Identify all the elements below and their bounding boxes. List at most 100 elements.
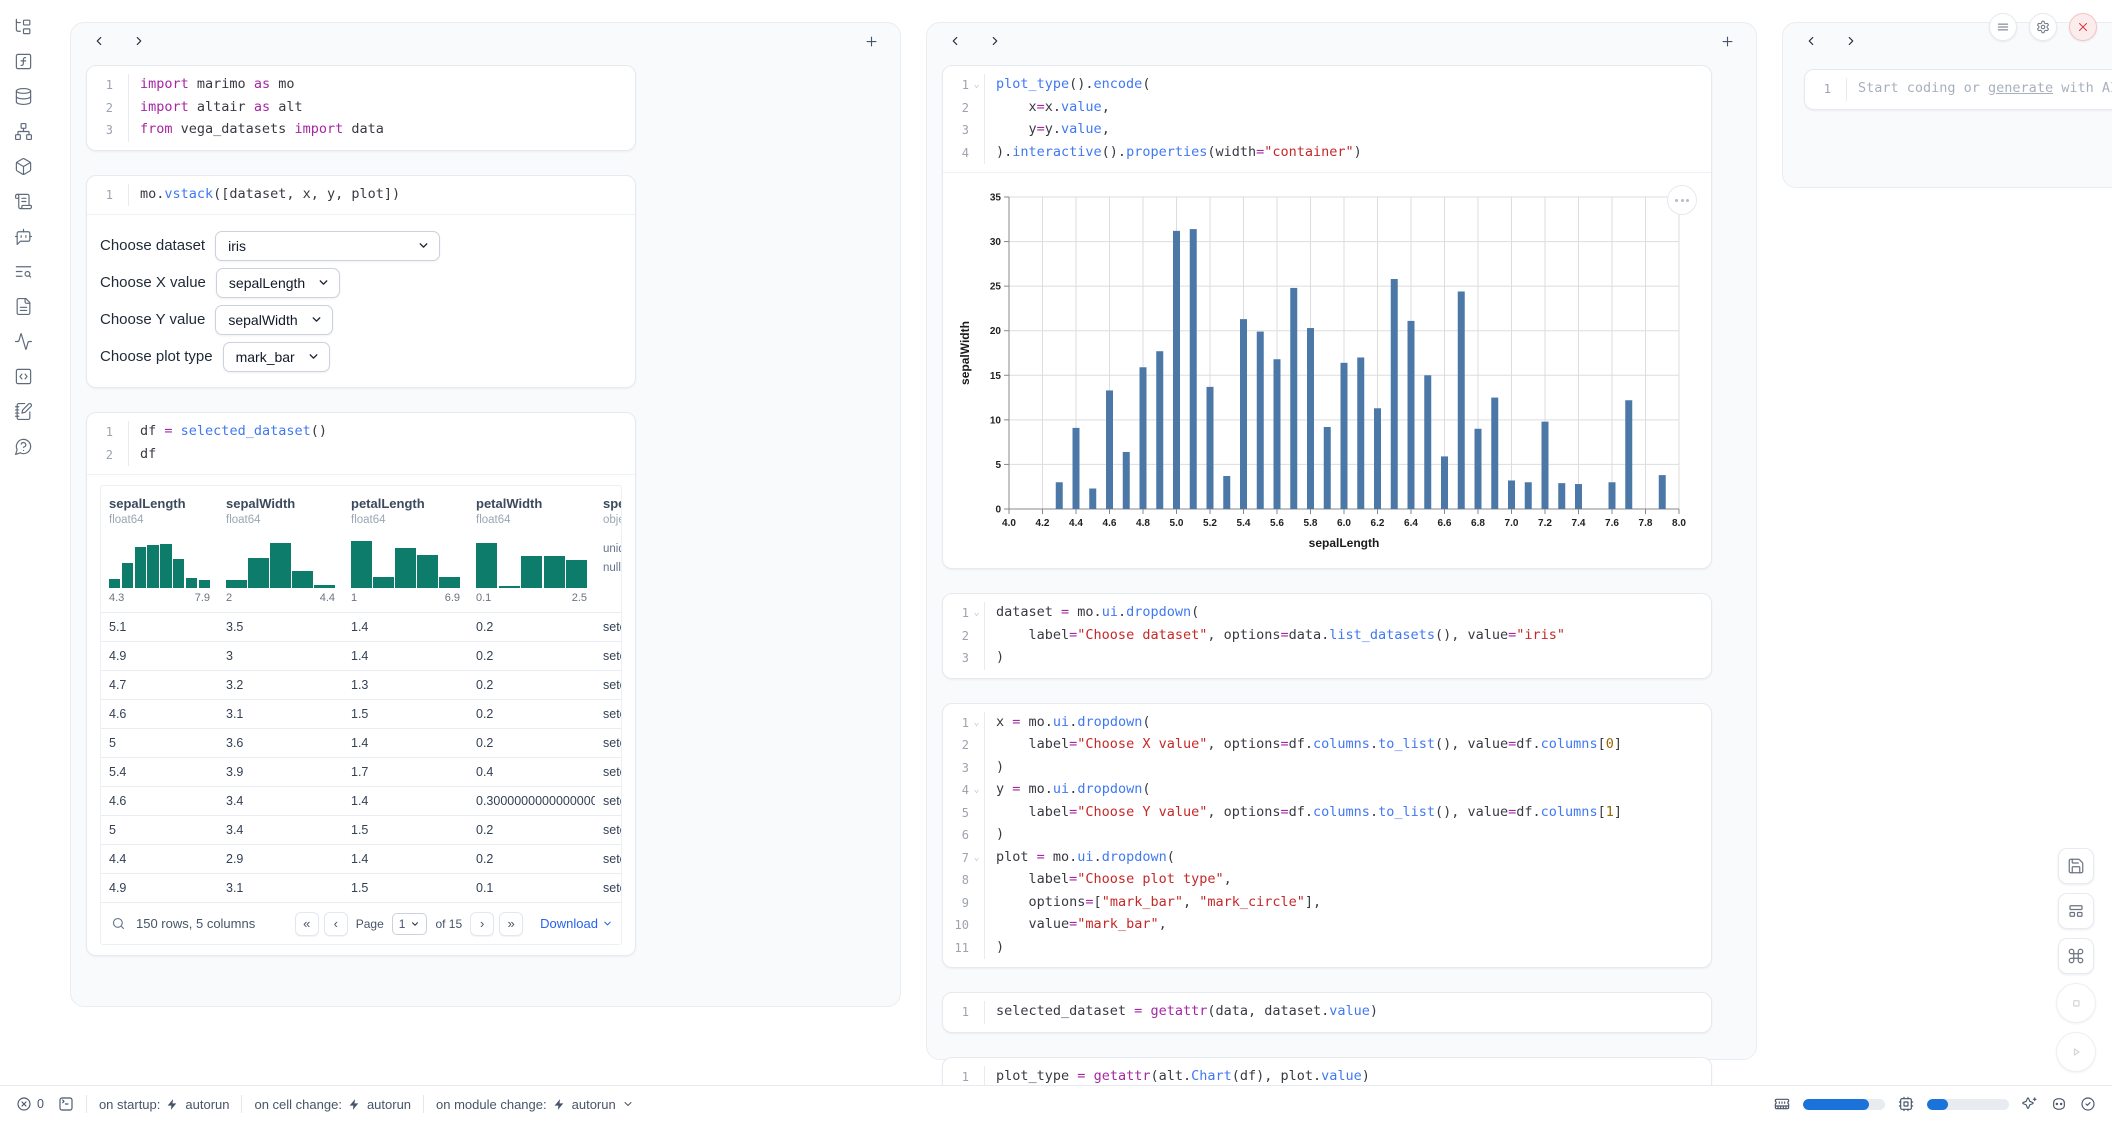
column-histogram[interactable]: [476, 536, 587, 588]
fold-icon[interactable]: ⌄: [969, 712, 984, 735]
column-scroll-right-button[interactable]: [129, 31, 149, 51]
page-select[interactable]: 1: [392, 913, 428, 935]
chat-bot-icon[interactable]: [9, 223, 37, 250]
selected-dataset-cell[interactable]: 1selected_dataset = getattr(data, datase…: [942, 992, 1712, 1033]
column-histogram[interactable]: [226, 536, 335, 588]
code-editor[interactable]: 1⌄x = mo.ui.dropdown(2 label="Choose X v…: [943, 704, 1711, 968]
code-editor[interactable]: 1selected_dataset = getattr(data, datase…: [943, 993, 1711, 1032]
snippets-file-icon[interactable]: [9, 293, 37, 320]
code-line[interactable]: 3): [943, 647, 1711, 670]
code-line[interactable]: 4⌄y = mo.ui.dropdown(: [943, 779, 1711, 802]
code-line[interactable]: 5 label="Choose Y value", options=df.col…: [943, 802, 1711, 825]
x-value-dropdown[interactable]: sepalLength: [216, 268, 340, 298]
on-cell-change-setting[interactable]: on cell change: autorun: [254, 1097, 411, 1112]
code-line[interactable]: 2 label="Choose X value", options=df.col…: [943, 734, 1711, 757]
table-row[interactable]: 4.93.11.50.1setosa: [101, 873, 621, 902]
connection-status-button[interactable]: [2080, 1096, 2096, 1112]
ai-sparkles-button[interactable]: [2022, 1096, 2038, 1112]
column-scroll-right-button[interactable]: [985, 31, 1005, 51]
next-page-button[interactable]: ›: [470, 912, 494, 936]
code-editor[interactable]: 1df = selected_dataset()2df: [87, 413, 635, 474]
dataset-dropdown-cell[interactable]: 1⌄dataset = mo.ui.dropdown(2 label="Choo…: [942, 593, 1712, 679]
empty-cell[interactable]: 1 Start coding or generate with AI: [1804, 69, 2112, 110]
doc-search-icon[interactable]: [9, 258, 37, 285]
chart-cell[interactable]: 1⌄plot_type().encode(2 x=x.value,3 y=y.v…: [942, 65, 1712, 569]
code-line[interactable]: 3 y=y.value,: [943, 119, 1711, 142]
code-line[interactable]: 1 Start coding or generate with AI: [1805, 78, 2112, 101]
fold-icon[interactable]: ⌄: [969, 779, 984, 802]
fold-icon[interactable]: ⌄: [969, 847, 984, 870]
plot-type-dropdown[interactable]: mark_bar: [223, 342, 330, 372]
column-scroll-left-button[interactable]: [1801, 31, 1821, 51]
first-page-button[interactable]: «: [295, 912, 319, 936]
database-icon[interactable]: [9, 83, 37, 110]
stop-button[interactable]: [2056, 983, 2096, 1023]
code-line[interactable]: 2import altair as alt: [87, 97, 635, 120]
code-line[interactable]: 4).interactive().properties(width="conta…: [943, 142, 1711, 165]
add-cell-button[interactable]: [860, 30, 882, 52]
table-row[interactable]: 4.42.91.40.2setosa: [101, 844, 621, 873]
code-square-icon[interactable]: [9, 363, 37, 390]
vstack-cell[interactable]: 1mo.vstack([dataset, x, y, plot]) Choose…: [86, 175, 636, 389]
column-header[interactable]: speciesobjectunique:nulls:: [595, 486, 621, 612]
package-icon[interactable]: [9, 153, 37, 180]
column-histogram[interactable]: [109, 536, 210, 588]
table-row[interactable]: 4.73.21.30.2setosa: [101, 670, 621, 699]
copilot-button[interactable]: [2051, 1096, 2067, 1112]
function-square-icon[interactable]: [9, 48, 37, 75]
code-line[interactable]: 1df = selected_dataset(): [87, 421, 635, 444]
code-line[interactable]: 1⌄plot_type().encode(: [943, 74, 1711, 97]
settings-button[interactable]: [2029, 13, 2057, 41]
code-editor[interactable]: 1 Start coding or generate with AI: [1805, 70, 2112, 109]
run-button[interactable]: [2056, 1032, 2096, 1072]
code-placeholder[interactable]: Start coding or generate with AI: [1846, 78, 2112, 101]
code-editor[interactable]: 1import marimo as mo2import altair as al…: [87, 66, 635, 150]
search-icon[interactable]: [111, 916, 126, 931]
bar-chart[interactable]: 4.04.24.44.64.85.05.25.45.65.86.06.26.46…: [957, 183, 1695, 555]
code-line[interactable]: 10 value="mark_bar",: [943, 914, 1711, 937]
add-cell-button[interactable]: [1716, 30, 1738, 52]
dataset-dropdown[interactable]: iris: [215, 231, 440, 261]
on-startup-setting[interactable]: on startup: autorun: [99, 1097, 230, 1112]
save-button[interactable]: [2058, 848, 2094, 884]
column-histogram[interactable]: [351, 536, 460, 588]
menu-button[interactable]: [1989, 13, 2017, 41]
column-header[interactable]: petalWidthfloat640.12.5: [468, 486, 595, 612]
errors-button[interactable]: [16, 1096, 32, 1112]
fold-icon[interactable]: ⌄: [969, 602, 984, 625]
code-line[interactable]: 1⌄dataset = mo.ui.dropdown(: [943, 602, 1711, 625]
help-chat-icon[interactable]: [9, 433, 37, 460]
code-line[interactable]: 2df: [87, 444, 635, 467]
last-page-button[interactable]: »: [499, 912, 523, 936]
table-row[interactable]: 53.61.40.2setosa: [101, 728, 621, 757]
fold-icon[interactable]: ⌄: [969, 74, 984, 97]
column-header[interactable]: sepalWidthfloat6424.4: [218, 486, 343, 612]
download-button[interactable]: Download: [540, 916, 613, 931]
table-row[interactable]: 5.43.91.70.4setosa: [101, 757, 621, 786]
imports-cell[interactable]: 1import marimo as mo2import altair as al…: [86, 65, 636, 151]
code-line[interactable]: 1mo.vstack([dataset, x, y, plot]): [87, 184, 635, 207]
column-header[interactable]: sepalLengthfloat644.37.9: [101, 486, 218, 612]
code-line[interactable]: 2 x=x.value,: [943, 97, 1711, 120]
code-editor[interactable]: 1⌄plot_type().encode(2 x=x.value,3 y=y.v…: [943, 66, 1711, 172]
code-line[interactable]: 7⌄plot = mo.ui.dropdown(: [943, 847, 1711, 870]
xy-plot-dropdowns-cell[interactable]: 1⌄x = mo.ui.dropdown(2 label="Choose X v…: [942, 703, 1712, 969]
column-scroll-right-button[interactable]: [1841, 31, 1861, 51]
file-tree-icon[interactable]: [9, 13, 37, 40]
logs-scroll-icon[interactable]: [9, 188, 37, 215]
table-row[interactable]: 53.41.50.2setosa: [101, 815, 621, 844]
table-row[interactable]: 4.63.41.40.30000000000000004setosa: [101, 786, 621, 815]
column-scroll-left-button[interactable]: [89, 31, 109, 51]
code-line[interactable]: 3from vega_datasets import data: [87, 119, 635, 142]
close-button[interactable]: [2069, 13, 2097, 41]
column-header[interactable]: petalLengthfloat6416.9: [343, 486, 468, 612]
code-line[interactable]: 1⌄x = mo.ui.dropdown(: [943, 712, 1711, 735]
on-module-change-setting[interactable]: on module change: autorun: [436, 1097, 634, 1112]
code-line[interactable]: 11): [943, 937, 1711, 960]
code-editor[interactable]: 1⌄dataset = mo.ui.dropdown(2 label="Choo…: [943, 594, 1711, 678]
code-line[interactable]: 6): [943, 824, 1711, 847]
chart-menu-button[interactable]: [1667, 185, 1697, 215]
code-line[interactable]: 1selected_dataset = getattr(data, datase…: [943, 1001, 1711, 1024]
code-line[interactable]: 9 options=["mark_bar", "mark_circle"],: [943, 892, 1711, 915]
table-row[interactable]: 4.63.11.50.2setosa: [101, 699, 621, 728]
